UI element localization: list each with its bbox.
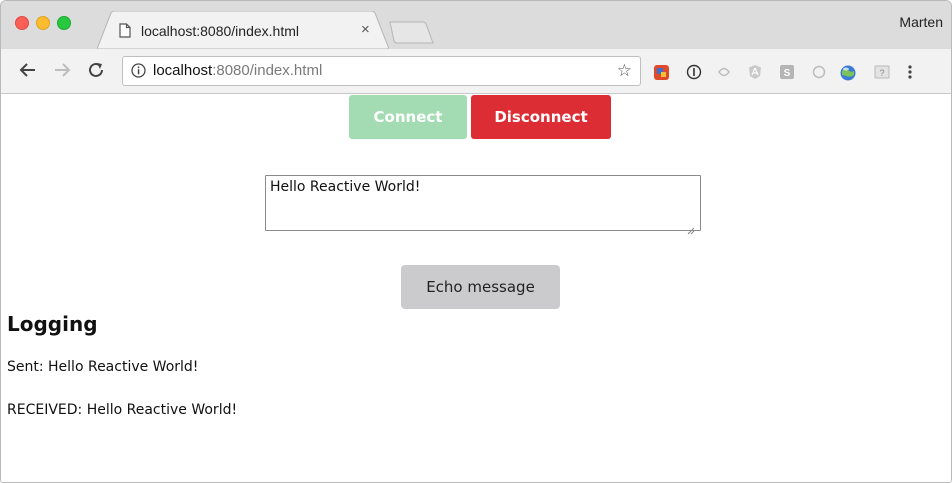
- address-bar[interactable]: localhost:8080/index.html ☆: [122, 56, 641, 86]
- url-text: localhost:8080/index.html: [153, 62, 322, 79]
- reload-icon[interactable]: [87, 61, 105, 84]
- close-window-button[interactable]: [15, 16, 29, 30]
- echo-message-button[interactable]: Echo message: [401, 265, 560, 309]
- forward-icon[interactable]: [53, 61, 71, 84]
- browser-toolbar: localhost:8080/index.html ☆ S ?: [1, 49, 951, 94]
- extension-icon[interactable]: [839, 64, 857, 87]
- extension-icon[interactable]: ?: [874, 64, 890, 85]
- svg-text:?: ?: [879, 68, 884, 78]
- extension-icon[interactable]: [747, 64, 763, 85]
- extension-icon[interactable]: [653, 64, 670, 86]
- menu-icon[interactable]: [907, 64, 913, 85]
- svg-text:S: S: [784, 68, 791, 79]
- page-icon: [119, 23, 131, 43]
- extension-icon[interactable]: [811, 64, 827, 85]
- tab-title: localhost:8080/index.html: [141, 23, 299, 39]
- logging-heading: Logging: [7, 312, 98, 336]
- resize-grip-icon[interactable]: [687, 220, 695, 239]
- extension-icon[interactable]: [716, 64, 732, 85]
- page-content: Connect Disconnect Hello Reactive World!…: [1, 94, 951, 482]
- info-icon[interactable]: [131, 63, 146, 83]
- message-input[interactable]: Hello Reactive World!: [265, 175, 701, 231]
- extension-icon[interactable]: [686, 64, 702, 85]
- url-path: :8080/index.html: [212, 62, 323, 79]
- tab-strip: localhost:8080/index.html × Marten: [1, 1, 951, 49]
- tab-close-icon[interactable]: ×: [361, 22, 370, 38]
- minimize-window-button[interactable]: [36, 16, 50, 30]
- bookmark-star-icon[interactable]: ☆: [617, 61, 632, 81]
- connect-button[interactable]: Connect: [349, 95, 467, 139]
- profile-name[interactable]: Marten: [899, 14, 943, 30]
- extension-icon[interactable]: S: [779, 64, 795, 85]
- url-host: localhost: [153, 62, 213, 79]
- log-entry: RECEIVED: Hello Reactive World!: [7, 402, 238, 418]
- disconnect-button[interactable]: Disconnect: [471, 95, 611, 139]
- new-tab-icon[interactable]: [387, 21, 437, 50]
- back-icon[interactable]: [19, 61, 37, 84]
- log-entry: Sent: Hello Reactive World!: [7, 359, 199, 375]
- tab-active[interactable]: localhost:8080/index.html ×: [97, 11, 389, 49]
- browser-window: localhost:8080/index.html × Marten local…: [0, 0, 952, 483]
- zoom-window-button[interactable]: [57, 16, 71, 30]
